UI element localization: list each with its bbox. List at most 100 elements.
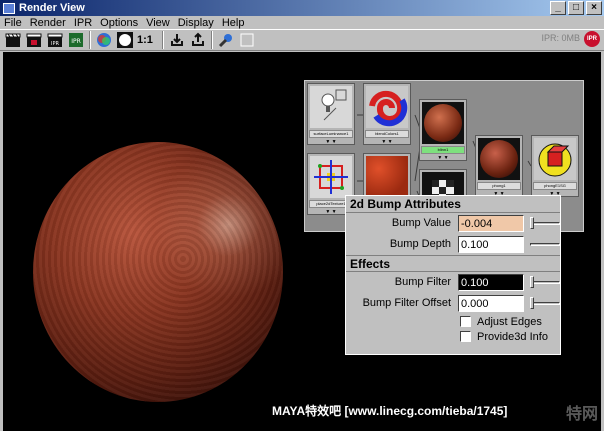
bump-filter-offset-slider-track[interactable] bbox=[530, 302, 560, 305]
node-shading-group[interactable]: phongE1SG ▼ ▼ bbox=[531, 135, 579, 197]
watermark-logo: 特网 bbox=[565, 406, 598, 423]
attribute-editor-panel: 2d Bump Attributes Bump Value Bump Depth… bbox=[345, 195, 561, 355]
app-icon bbox=[3, 2, 15, 14]
rgb-channels-icon bbox=[97, 33, 111, 47]
node-port-arrows: ▼ ▼ bbox=[437, 155, 449, 161]
blank-frame-icon bbox=[240, 33, 254, 47]
snapshot-button[interactable] bbox=[238, 31, 256, 49]
title-bar: Render View _ □ × bbox=[0, 0, 604, 16]
node-label: phong1 bbox=[477, 182, 521, 190]
swatch bbox=[310, 156, 352, 198]
node-port-arrows: ▼ ▼ bbox=[325, 139, 337, 145]
toolbar-separator bbox=[161, 31, 164, 49]
bump-value-field[interactable] bbox=[458, 215, 524, 232]
adjust-edges-label: Adjust Edges bbox=[477, 315, 542, 328]
blend-colors-icon bbox=[369, 90, 408, 127]
node-label: blendColors1 bbox=[365, 130, 409, 138]
bump-depth-row: Bump Depth bbox=[346, 234, 560, 255]
clapperboard-ipr-icon: IPR bbox=[47, 33, 63, 47]
keep-image-icon bbox=[170, 34, 183, 46]
bump-depth-field[interactable] bbox=[458, 236, 524, 253]
menu-help[interactable]: Help bbox=[222, 17, 245, 29]
swatch bbox=[422, 102, 464, 144]
swatch bbox=[366, 86, 408, 128]
display-rgb-button[interactable] bbox=[95, 31, 113, 49]
menu-render[interactable]: Render bbox=[30, 17, 66, 29]
ipr-memory-status: IPR: 0MB bbox=[541, 33, 580, 43]
adjust-edges-row: Adjust Edges bbox=[346, 314, 560, 329]
bump-filter-slider-thumb[interactable] bbox=[530, 276, 534, 288]
menu-display[interactable]: Display bbox=[178, 17, 214, 29]
ipr-render-button[interactable]: IPR bbox=[46, 31, 64, 49]
adjust-edges-checkbox[interactable] bbox=[460, 316, 471, 327]
bump-filter-offset-slider-thumb[interactable] bbox=[530, 297, 534, 309]
toolbar: IPR IPR 1:1 bbox=[0, 29, 604, 51]
render-settings-button[interactable] bbox=[217, 31, 235, 49]
remove-image-button[interactable] bbox=[189, 31, 207, 49]
bump-value-label: Bump Value bbox=[391, 217, 451, 229]
node-port-arrows: ▼ ▼ bbox=[381, 139, 393, 145]
provide3d-info-label: Provide3d Info bbox=[477, 330, 548, 343]
bump-depth-label: Bump Depth bbox=[389, 238, 451, 250]
refresh-ipr-button[interactable]: IPR bbox=[67, 31, 85, 49]
swatch bbox=[310, 86, 352, 128]
bump-value-row: Bump Value bbox=[346, 213, 560, 234]
clapperboard-icon bbox=[5, 33, 21, 47]
bump-attributes-heading[interactable]: 2d Bump Attributes bbox=[346, 196, 560, 213]
ipr-badge-icon[interactable]: IPR bbox=[584, 31, 600, 47]
bump-value-slider-track[interactable] bbox=[530, 222, 560, 225]
node-label: blinn1 bbox=[421, 146, 465, 154]
blinn-sphere-icon bbox=[424, 104, 462, 142]
svg-text:IPR: IPR bbox=[71, 38, 81, 45]
bump-filter-offset-row: Bump Filter Offset bbox=[346, 293, 560, 314]
provide3d-info-checkbox[interactable] bbox=[460, 331, 471, 342]
effects-heading[interactable]: Effects bbox=[346, 255, 560, 272]
alpha-channel-icon bbox=[117, 32, 133, 48]
maximize-button[interactable]: □ bbox=[568, 1, 584, 15]
watermark-text: MAYA特效吧 [www.linecg.com/tieba/1745] bbox=[272, 404, 508, 418]
window-controls: _ □ × bbox=[550, 1, 602, 15]
toolbar-separator bbox=[89, 31, 91, 49]
redo-render-button[interactable] bbox=[4, 31, 22, 49]
window-title: Render View bbox=[19, 2, 85, 14]
real-size-button[interactable]: 1:1 bbox=[137, 34, 153, 46]
minimize-button[interactable]: _ bbox=[550, 1, 566, 15]
bump-value-slider-thumb[interactable] bbox=[530, 217, 534, 229]
toolbar-separator bbox=[210, 31, 213, 49]
bump-filter-offset-label: Bump Filter Offset bbox=[362, 297, 451, 309]
node-label: phongE1SG bbox=[533, 182, 577, 190]
svg-text:IPR: IPR bbox=[51, 41, 59, 47]
bump-filter-row: Bump Filter bbox=[346, 272, 560, 293]
clapperboard-region-icon bbox=[26, 33, 42, 47]
place2d-texture-icon bbox=[314, 160, 348, 194]
swatch bbox=[534, 138, 576, 180]
render-view-window: Render View _ □ × File Render IPR Option… bbox=[0, 0, 604, 431]
bump-filter-slider-track[interactable] bbox=[530, 281, 560, 284]
menu-bar: File Render IPR Options View Display Hel… bbox=[0, 16, 604, 29]
menu-file[interactable]: File bbox=[4, 17, 22, 29]
light-bulb-icon bbox=[321, 89, 347, 121]
ipr-refresh-icon: IPR bbox=[69, 33, 83, 47]
keep-image-button[interactable] bbox=[168, 31, 186, 49]
provide3d-info-row: Provide3d Info bbox=[346, 329, 560, 344]
rendered-sphere bbox=[33, 142, 283, 402]
fractal-texture-icon bbox=[366, 156, 408, 198]
swatch bbox=[478, 138, 520, 180]
render-region-button[interactable] bbox=[25, 31, 43, 49]
menu-ipr[interactable]: IPR bbox=[74, 17, 92, 29]
node-label: surfaceLuminance1 bbox=[309, 130, 353, 138]
bump-filter-field[interactable] bbox=[458, 274, 524, 291]
bump-filter-offset-field[interactable] bbox=[458, 295, 524, 312]
menu-options[interactable]: Options bbox=[100, 17, 138, 29]
node-phong[interactable]: phong1 ▼ ▼ bbox=[475, 135, 523, 197]
bump-depth-slider-track[interactable] bbox=[530, 243, 560, 246]
phong-sphere-icon bbox=[480, 140, 518, 178]
display-alpha-button[interactable] bbox=[116, 31, 134, 49]
node-surface-luminance[interactable]: surfaceLuminance1 ▼ ▼ bbox=[307, 83, 355, 145]
node-blinn[interactable]: blinn1 ▼ ▼ bbox=[419, 99, 467, 161]
shading-group-icon bbox=[538, 143, 572, 177]
close-button[interactable]: × bbox=[586, 1, 602, 15]
bump-filter-label: Bump Filter bbox=[394, 276, 451, 288]
menu-view[interactable]: View bbox=[146, 17, 170, 29]
node-blend-colors[interactable]: blendColors1 ▼ ▼ bbox=[363, 83, 411, 145]
